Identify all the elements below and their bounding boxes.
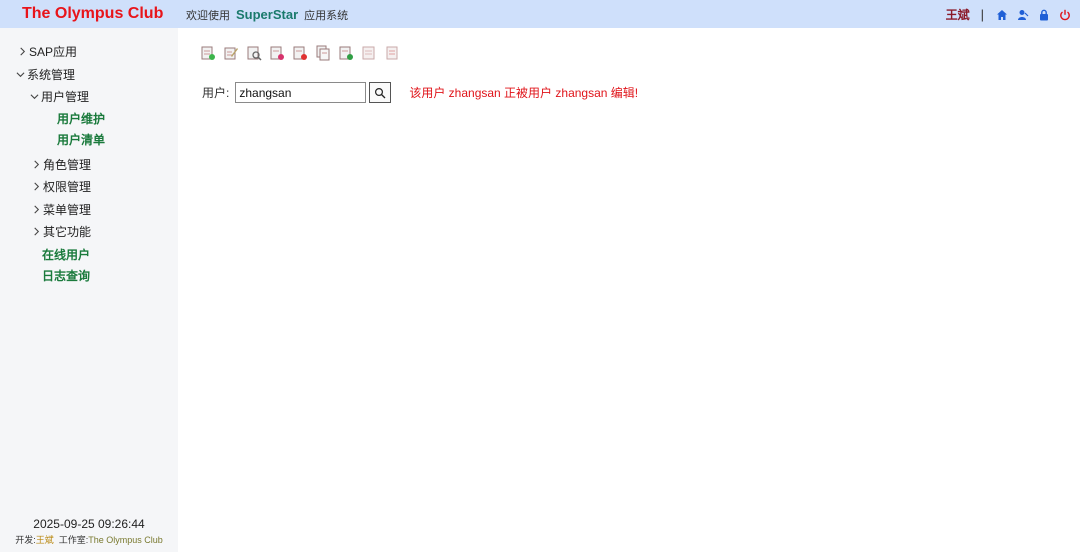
sidebar-item-label: 系统管理 — [27, 67, 76, 82]
sidebar-item-log-query[interactable]: 日志查询 — [42, 265, 90, 285]
footer-datetime: 2025-09-25 09:26:44 — [33, 517, 145, 531]
search-button[interactable] — [369, 82, 392, 103]
sidebar-item-label: 角色管理 — [43, 157, 92, 172]
sidebar-item-user-management[interactable]: 用户管理 — [28, 86, 89, 106]
sidebar-item-label: 权限管理 — [43, 179, 92, 194]
chevron-right-icon — [30, 180, 42, 192]
sidebar-item-permission-management[interactable]: 权限管理 — [30, 176, 91, 196]
search-icon — [375, 87, 386, 98]
chevron-right-icon — [30, 225, 42, 237]
chevron-down-icon — [28, 90, 40, 102]
copy-icon[interactable] — [315, 45, 331, 61]
power-icon[interactable] — [1058, 8, 1072, 22]
sidebar-item-label: 其它功能 — [43, 224, 92, 239]
sidebar-item-role-management[interactable]: 角色管理 — [30, 154, 91, 174]
toolbar — [200, 45, 400, 61]
studio-label: 工作室: — [58, 535, 89, 545]
chevron-right-icon — [16, 45, 28, 57]
top-header: The Olympus Club 欢迎使用 SuperStar 应用系统 王斌 … — [0, 0, 1080, 28]
sidebar-item-label: 用户管理 — [41, 89, 90, 104]
studio-name: The Olympus Club — [88, 535, 163, 545]
chevron-down-icon — [14, 68, 26, 80]
header-actions: 王斌 | — [946, 6, 1072, 23]
chevron-right-icon — [30, 158, 42, 170]
sidebar-item-system-management[interactable]: 系统管理 — [14, 64, 75, 84]
print-icon[interactable] — [384, 45, 400, 61]
current-user-name[interactable]: 王斌 — [946, 6, 970, 23]
system-name: SuperStar — [236, 7, 299, 22]
header-separator: | — [980, 7, 984, 22]
sidebar-item-label: 菜单管理 — [43, 202, 92, 217]
sidebar-item-online-users[interactable]: 在线用户 — [42, 244, 90, 264]
dev-name: 王斌 — [35, 535, 54, 545]
display-icon[interactable] — [246, 45, 262, 61]
sidebar-item-label: SAP应用 — [29, 44, 78, 59]
sidebar-item-sap[interactable]: SAP应用 — [16, 41, 77, 61]
unlock-user-icon[interactable] — [338, 45, 354, 61]
lock-user-icon[interactable] — [292, 45, 308, 61]
sidebar: SAP应用 系统管理 用户管理 用户维护 用户清单 角色管理 权限管理 菜单管理… — [0, 28, 178, 552]
home-icon[interactable] — [995, 8, 1009, 22]
user-label: 用户: — [202, 86, 230, 100]
dev-label: 开发: — [15, 535, 36, 545]
user-input[interactable] — [235, 82, 367, 103]
lock-icon[interactable] — [1037, 8, 1051, 22]
welcome-suffix: 应用系统 — [304, 10, 349, 22]
create-icon[interactable] — [200, 45, 216, 61]
change-log-icon[interactable] — [361, 45, 377, 61]
delete-icon[interactable] — [269, 45, 285, 61]
sidebar-item-user-list[interactable]: 用户清单 — [57, 129, 105, 149]
sidebar-item-user-maintenance[interactable]: 用户维护 — [57, 108, 105, 128]
footer-credit: 开发:王斌 工作室:The Olympus Club — [0, 533, 178, 546]
sidebar-item-menu-management[interactable]: 菜单管理 — [30, 199, 91, 219]
welcome-prefix: 欢迎使用 — [186, 10, 230, 22]
brand-title: The Olympus Club — [22, 5, 164, 22]
chevron-right-icon — [30, 203, 42, 215]
user-profile-icon[interactable] — [1016, 8, 1030, 22]
sidebar-item-other-functions[interactable]: 其它功能 — [30, 221, 91, 241]
edit-icon[interactable] — [223, 45, 239, 61]
user-search-row: 用户: 该用户 zhangsan 正被用户 zhangsan 编辑! — [202, 82, 638, 103]
user-locked-message: 该用户 zhangsan 正被用户 zhangsan 编辑! — [409, 86, 639, 100]
welcome-text: 欢迎使用 SuperStar 应用系统 — [186, 7, 348, 23]
